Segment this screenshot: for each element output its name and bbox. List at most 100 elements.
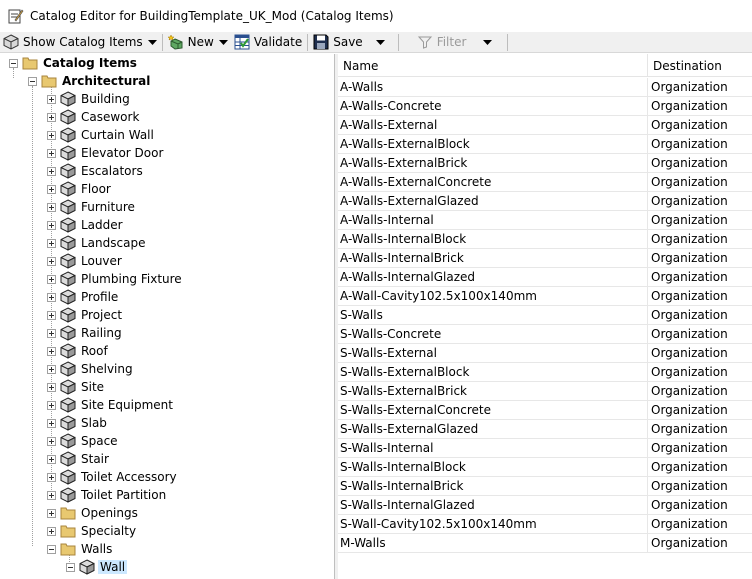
cell-name[interactable]: A-Walls-InternalGlazed	[338, 268, 648, 286]
tree-node-category[interactable]: Plumbing Fixture	[47, 270, 184, 288]
table-row[interactable]: A-Walls-ExternalConcrete Organization	[338, 173, 752, 192]
tree-node-category[interactable]: Railing	[47, 324, 124, 342]
collapse-toggle[interactable]	[9, 58, 18, 68]
cell-destination[interactable]: Organization	[648, 78, 752, 96]
expand-toggle[interactable]	[47, 328, 56, 338]
table-row[interactable]: A-Walls Organization	[338, 78, 752, 97]
cell-name[interactable]: S-Walls	[338, 306, 648, 324]
tree-node-category[interactable]: Furniture	[47, 198, 137, 216]
cell-name[interactable]: A-Walls-InternalBlock	[338, 230, 648, 248]
tree-node-category[interactable]: Toilet Partition	[47, 486, 168, 504]
cell-destination[interactable]: Organization	[648, 249, 752, 267]
column-header-destination[interactable]: Destination	[648, 54, 752, 77]
cell-name[interactable]: S-Walls-InternalBlock	[338, 458, 648, 476]
cell-name[interactable]: A-Walls	[338, 78, 648, 96]
tree-node-category[interactable]: Shelving	[47, 360, 135, 378]
tree-node-folder[interactable]: Walls	[47, 540, 114, 558]
table-row[interactable]: S-Walls-InternalGlazed Organization	[338, 496, 752, 515]
cell-name[interactable]: A-Walls-InternalBrick	[338, 249, 648, 267]
tree-node-category[interactable]: Roof	[47, 342, 110, 360]
cell-destination[interactable]: Organization	[648, 116, 752, 134]
cell-destination[interactable]: Organization	[648, 306, 752, 324]
expand-toggle[interactable]	[47, 454, 56, 464]
cell-destination[interactable]: Organization	[648, 363, 752, 381]
cell-name[interactable]: S-Walls-ExternalBrick	[338, 382, 648, 400]
cell-name[interactable]: S-Walls-ExternalBlock	[338, 363, 648, 381]
filter-button[interactable]: Filter	[401, 32, 470, 53]
table-row[interactable]: S-Walls-Internal Organization	[338, 439, 752, 458]
cell-name[interactable]: S-Walls-External	[338, 344, 648, 362]
save-dropdown[interactable]	[366, 32, 396, 53]
table-row[interactable]: S-Walls-InternalBlock Organization	[338, 458, 752, 477]
cell-name[interactable]: S-Walls-Internal	[338, 439, 648, 457]
table-row[interactable]: S-Walls Organization	[338, 306, 752, 325]
tree-node-category[interactable]: Toilet Accessory	[47, 468, 179, 486]
tree-node-category[interactable]: Elevator Door	[47, 144, 165, 162]
cell-name[interactable]: A-Walls-ExternalConcrete	[338, 173, 648, 191]
expand-toggle[interactable]	[47, 184, 56, 194]
expand-toggle[interactable]	[47, 292, 56, 302]
tree-node-architectural[interactable]: Architectural	[28, 72, 152, 90]
expand-toggle[interactable]	[47, 166, 56, 176]
tree-node-catalog-items[interactable]: Catalog Items	[9, 54, 139, 72]
cell-destination[interactable]: Organization	[648, 496, 752, 514]
cell-name[interactable]: S-Walls-InternalBrick	[338, 477, 648, 495]
table-row[interactable]: S-Walls-InternalBrick Organization	[338, 477, 752, 496]
table-row[interactable]: A-Walls-ExternalGlazed Organization	[338, 192, 752, 211]
expand-toggle[interactable]	[47, 202, 56, 212]
expand-toggle[interactable]	[47, 112, 56, 122]
tree-node-category[interactable]: Project	[47, 306, 124, 324]
cell-name[interactable]: S-Walls-Concrete	[338, 325, 648, 343]
expand-toggle[interactable]	[47, 256, 56, 266]
cell-destination[interactable]: Organization	[648, 401, 752, 419]
expand-toggle[interactable]	[47, 436, 56, 446]
cell-name[interactable]: A-Walls-ExternalBrick	[338, 154, 648, 172]
tree-node-category[interactable]: Space	[47, 432, 120, 450]
table-row[interactable]: S-Wall-Cavity102.5x100x140mm Organization	[338, 515, 752, 534]
table-row[interactable]: S-Walls-ExternalGlazed Organization	[338, 420, 752, 439]
expand-toggle[interactable]	[47, 130, 56, 140]
tree-node-category[interactable]: Landscape	[47, 234, 147, 252]
cell-destination[interactable]: Organization	[648, 268, 752, 286]
table-row[interactable]: A-Walls-Internal Organization	[338, 211, 752, 230]
catalog-tree[interactable]: Catalog Items Architectural Building Case…	[0, 54, 335, 579]
cell-destination[interactable]: Organization	[648, 325, 752, 343]
tree-node-wall[interactable]: Wall	[66, 558, 128, 576]
cell-destination[interactable]: Organization	[648, 211, 752, 229]
cell-name[interactable]: A-Walls-External	[338, 116, 648, 134]
table-row[interactable]: S-Walls-ExternalBlock Organization	[338, 363, 752, 382]
new-dropdown[interactable]	[217, 32, 231, 53]
tree-node-category[interactable]: Ladder	[47, 216, 125, 234]
expand-toggle[interactable]	[47, 472, 56, 482]
expand-toggle[interactable]	[47, 526, 56, 536]
cell-name[interactable]: S-Walls-ExternalConcrete	[338, 401, 648, 419]
cell-name[interactable]: M-Walls	[338, 534, 648, 552]
cell-destination[interactable]: Organization	[648, 458, 752, 476]
table-row[interactable]: A-Walls-InternalBlock Organization	[338, 230, 752, 249]
cell-destination[interactable]: Organization	[648, 420, 752, 438]
expand-toggle[interactable]	[47, 364, 56, 374]
tree-node-folder[interactable]: Specialty	[47, 522, 138, 540]
cell-name[interactable]: S-Walls-InternalGlazed	[338, 496, 648, 514]
cell-destination[interactable]: Organization	[648, 534, 752, 552]
cell-destination[interactable]: Organization	[648, 154, 752, 172]
expand-toggle[interactable]	[47, 148, 56, 158]
expand-toggle[interactable]	[47, 418, 56, 428]
tree-node-category[interactable]: Stair	[47, 450, 111, 468]
table-row[interactable]: A-Walls-InternalGlazed Organization	[338, 268, 752, 287]
expand-toggle[interactable]	[47, 346, 56, 356]
new-button[interactable]: New	[165, 32, 217, 53]
save-button[interactable]: Save	[310, 32, 365, 53]
expand-toggle[interactable]	[47, 400, 56, 410]
table-row[interactable]: S-Walls-Concrete Organization	[338, 325, 752, 344]
tree-node-category[interactable]: Building	[47, 90, 132, 108]
table-row[interactable]: M-Walls Organization	[338, 534, 752, 553]
cell-name[interactable]: A-Walls-Internal	[338, 211, 648, 229]
cell-name[interactable]: A-Walls-ExternalBlock	[338, 135, 648, 153]
tree-node-category[interactable]: Slab	[47, 414, 109, 432]
table-row[interactable]: A-Walls-Concrete Organization	[338, 97, 752, 116]
show-catalog-items-dropdown[interactable]	[146, 32, 160, 53]
expand-toggle[interactable]	[47, 238, 56, 248]
cell-destination[interactable]: Organization	[648, 515, 752, 533]
cell-destination[interactable]: Organization	[648, 287, 752, 305]
